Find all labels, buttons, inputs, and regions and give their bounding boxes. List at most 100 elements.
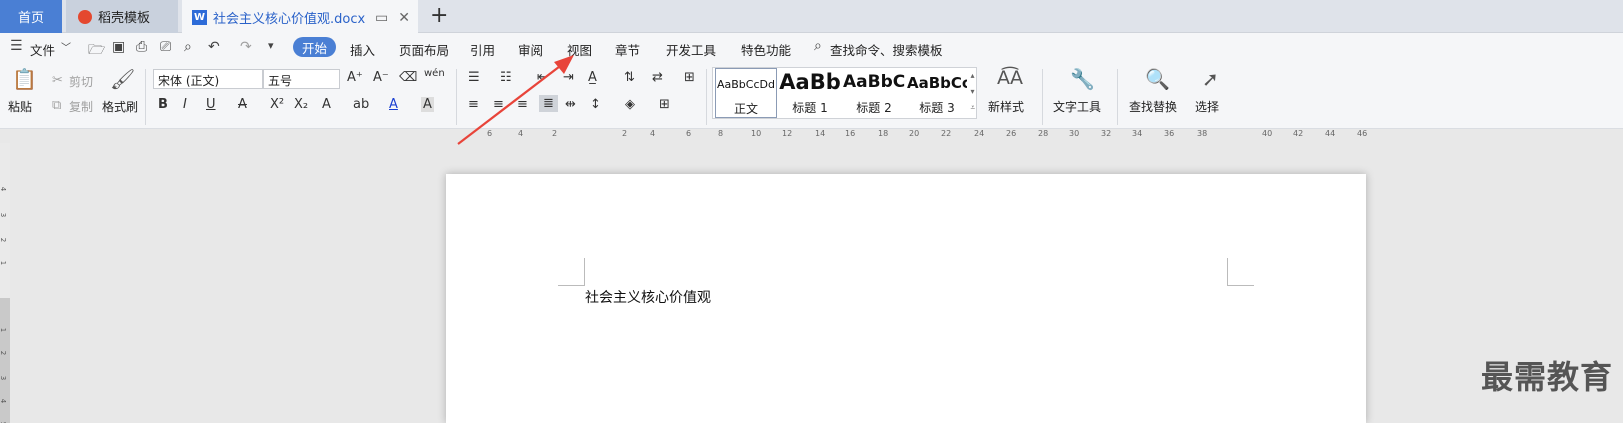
wrench-icon[interactable]: 🔧	[1070, 67, 1095, 91]
menu-insert[interactable]: 插入	[350, 40, 375, 59]
vertical-ruler-tick-label: 4	[0, 186, 8, 192]
font-color-icon[interactable]: A	[389, 97, 398, 112]
bold-icon[interactable]: B	[158, 97, 168, 112]
new-style-icon[interactable]: A͡A	[997, 67, 1023, 89]
vertical-ruler-margin	[0, 298, 10, 423]
new-tab-icon[interactable]: +	[430, 3, 448, 28]
copy-button[interactable]: 复制	[69, 98, 93, 115]
vertical-ruler-tick-label: 1	[0, 327, 8, 333]
ruler-tick-label: 44	[1325, 129, 1336, 138]
ruler-tick-label: 22	[941, 129, 952, 138]
cut-button[interactable]: 剪切	[69, 73, 93, 90]
menu-page-layout[interactable]: 页面布局	[399, 40, 449, 59]
crop-mark-right	[1227, 258, 1254, 286]
style-label: 标题 1	[792, 101, 828, 115]
tab-template[interactable]: 稻壳模板	[66, 0, 178, 33]
menu-chapter[interactable]: 章节	[615, 40, 640, 59]
find-replace-icon[interactable]: 🔍	[1145, 67, 1170, 91]
sort-icon[interactable]: ⇅	[624, 70, 635, 85]
text-tools-button[interactable]: 文字工具	[1053, 98, 1101, 115]
menu-developer[interactable]: 开发工具	[666, 40, 716, 59]
ruler-tick-label: 16	[845, 129, 856, 138]
style-heading-1[interactable]: AaBb 标题 1	[779, 68, 841, 118]
tab-home[interactable]: 首页	[0, 0, 62, 33]
ruler-tick-label: 10	[751, 129, 762, 138]
ruler-tick-label: 26	[1006, 129, 1017, 138]
close-icon[interactable]: ✕	[398, 10, 410, 26]
shrink-font-icon[interactable]: A⁻	[373, 70, 389, 85]
select-cursor-icon[interactable]: ➚	[1202, 67, 1219, 91]
show-marks-icon[interactable]: ⇄	[652, 70, 663, 85]
grow-font-icon[interactable]: A⁺	[347, 70, 363, 85]
style-label: 标题 3	[919, 101, 955, 115]
paste-icon[interactable]: 📋	[12, 67, 37, 91]
paste-label[interactable]: 粘贴	[8, 98, 32, 115]
strikethrough-icon[interactable]: A	[238, 97, 247, 112]
ruler-tick-label: 24	[974, 129, 985, 138]
italic-icon[interactable]: I	[183, 97, 187, 112]
select-button[interactable]: 选择	[1195, 98, 1219, 115]
char-shading-icon[interactable]: A	[421, 97, 434, 112]
font-name-select[interactable]: 宋体 (正文)	[153, 69, 263, 89]
table-borders-icon[interactable]: ⊞	[684, 70, 695, 85]
hamburger-icon[interactable]: ☰	[10, 38, 23, 54]
print-icon[interactable]: ⎚	[160, 39, 171, 55]
style-label: 正文	[733, 102, 758, 116]
clear-format-icon[interactable]: ⌫	[399, 70, 417, 85]
pinyin-guide-icon[interactable]: wén	[424, 68, 445, 79]
copy-icon: ⧉	[52, 98, 62, 113]
format-painter-label[interactable]: 格式刷	[102, 98, 138, 115]
document-page[interactable]: 社会主义核心价值观	[446, 174, 1366, 423]
style-preview: AaBb	[779, 70, 841, 94]
ruler-tick-label: 30	[1069, 129, 1080, 138]
font-size-select[interactable]: 五号	[263, 69, 340, 89]
style-heading-3[interactable]: AaBbCc 标题 3	[907, 68, 967, 118]
gallery-scroll-icon[interactable]: ▴ ▾ ⩡	[970, 68, 975, 116]
menu-start[interactable]: 开始	[293, 37, 336, 57]
redo-icon[interactable]: ↷	[240, 39, 252, 55]
float-window-icon[interactable]: ▭	[375, 10, 388, 26]
vertical-ruler-tick-label: 2	[0, 350, 8, 356]
menu-special-features[interactable]: 特色功能	[741, 40, 791, 59]
highlight-icon[interactable]: ab	[353, 97, 369, 112]
style-heading-2[interactable]: AaBbC 标题 2	[843, 68, 905, 118]
export-icon[interactable]: ⎙	[136, 39, 147, 55]
preview-icon[interactable]: ⌕	[184, 39, 192, 55]
ruler-tick-label: 14	[815, 129, 826, 138]
tab-document[interactable]: W 社会主义核心价值观.docx ▭ ✕	[182, 0, 418, 33]
command-search[interactable]: 查找命令、搜索模板	[830, 40, 943, 59]
style-normal[interactable]: AaBbCcDd 正文	[715, 68, 777, 118]
new-style-button[interactable]: 新样式	[988, 98, 1024, 115]
tab-bar: 首页 稻壳模板 W 社会主义核心价值观.docx ▭ ✕ +	[0, 0, 1623, 33]
style-preview: AaBbC	[843, 72, 905, 92]
find-replace-button[interactable]: 查找替换	[1129, 98, 1177, 115]
ruler-tick-label: 38	[1197, 129, 1208, 138]
vertical-ruler-tick-label: 4	[0, 398, 8, 404]
save-icon[interactable]: ▣	[112, 39, 125, 55]
open-folder-icon[interactable]: 🗁	[88, 39, 105, 63]
ruler-tick-label: 4	[650, 129, 656, 138]
divider	[1042, 69, 1043, 125]
document-text[interactable]: 社会主义核心价值观	[585, 287, 711, 307]
horizontal-ruler[interactable]: 6 4 2 2 4 6 8 10 12 14 16 18 20 22 24 26 28 30 32 34 36 38 40 4…	[460, 129, 1367, 143]
underline-icon[interactable]: U	[206, 97, 216, 112]
menu-row: ☰ 文件 ﹀ 🗁 ▣ ⎙ ⎚ ⌕ ↶ ↷ ▾ 开始 插入 页面布局 引用 审阅 …	[0, 33, 1623, 61]
text-effect-icon[interactable]: A	[322, 97, 331, 112]
quick-access-more-icon[interactable]: ▾	[268, 39, 274, 52]
undo-icon[interactable]: ↶	[208, 39, 220, 55]
style-preview: AaBbCc	[907, 74, 967, 92]
format-painter-icon[interactable]: 🖌	[110, 67, 135, 91]
vertical-ruler[interactable]: 432112345	[0, 143, 10, 423]
watermark: 最需教育	[1480, 358, 1613, 396]
search-icon: ⌕	[814, 38, 822, 54]
ruler-tick-label: 36	[1164, 129, 1175, 138]
superscript-icon[interactable]: X²	[270, 97, 284, 112]
menu-file[interactable]: 文件	[30, 40, 55, 59]
subscript-icon[interactable]: X₂	[294, 97, 308, 112]
borders-icon[interactable]: ⊞	[659, 97, 670, 112]
ruler-tick-label: 18	[878, 129, 889, 138]
shading-icon[interactable]: ◈	[625, 97, 635, 112]
chevron-down-icon[interactable]: ﹀	[61, 39, 71, 54]
line-spacing-icon[interactable]: ↕	[590, 97, 601, 112]
ruler-tick-label: 6	[686, 129, 692, 138]
